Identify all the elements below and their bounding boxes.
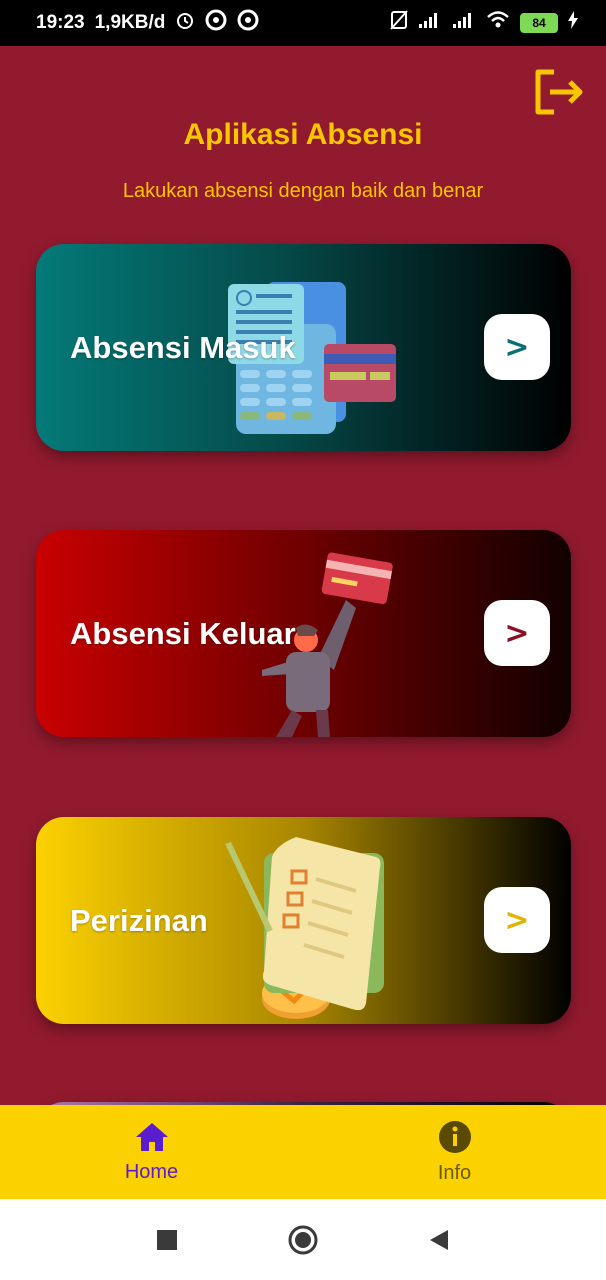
nav-home-label: Home — [124, 1160, 179, 1183]
info-icon — [438, 1120, 471, 1153]
back-button[interactable] — [421, 1222, 457, 1258]
card-go-button[interactable]: > — [484, 887, 550, 953]
card-go-button[interactable]: > — [484, 314, 550, 380]
bottom-navigation: Home Info — [0, 1105, 606, 1199]
status-bar: 19:23 1,9KB/d 84 — [0, 0, 606, 46]
home-system-button[interactable] — [285, 1222, 321, 1258]
nav-info[interactable]: Info — [303, 1105, 606, 1199]
status-time: 19:23 — [36, 12, 85, 33]
nav-info-label: Info — [437, 1161, 472, 1184]
page-title: Aplikasi Absensi — [183, 118, 423, 151]
charging-icon — [568, 11, 578, 35]
card-absensi-keluar[interactable]: Absensi Keluar > — [36, 530, 571, 737]
no-sim-icon — [390, 10, 408, 36]
signal-icon-2 — [452, 11, 476, 35]
status-network-speed: 1,9KB/d — [94, 12, 166, 33]
signal-icon — [418, 11, 442, 35]
back-triangle-icon — [430, 1229, 448, 1250]
battery-indicator: 84 — [520, 13, 558, 33]
card-perizinan[interactable]: Perizinan > — [36, 817, 571, 1024]
recents-button[interactable] — [149, 1222, 185, 1258]
chevron-right-icon: > — [504, 615, 530, 651]
checklist-document-icon — [225, 837, 384, 1019]
logout-icon — [535, 69, 583, 115]
card-absensi-masuk[interactable]: Absensi Masuk > — [36, 244, 571, 451]
wifi-icon — [486, 10, 510, 36]
nav-home[interactable]: Home — [0, 1105, 303, 1199]
system-navigation-bar — [0, 1199, 606, 1280]
logout-button[interactable] — [530, 66, 586, 118]
app-notification-icon — [205, 9, 227, 37]
card-label: Perizinan — [70, 902, 208, 938]
app-notification-icon-2 — [237, 9, 259, 37]
square-icon — [157, 1229, 177, 1250]
home-icon — [135, 1122, 168, 1151]
chevron-right-icon: > — [504, 902, 530, 938]
card-label: Absensi Masuk — [70, 329, 296, 365]
alarm-icon — [175, 10, 195, 36]
card-label: Absensi Keluar — [70, 615, 296, 651]
main-screen: Aplikasi Absensi Lakukan absensi dengan … — [0, 46, 606, 1105]
card-go-button[interactable]: > — [484, 600, 550, 666]
status-left: 19:23 1,9KB/d — [36, 9, 259, 37]
chevron-right-icon: > — [504, 329, 530, 365]
page-subtitle: Lakukan absensi dengan baik dan benar — [122, 180, 484, 202]
circle-icon — [288, 1225, 318, 1254]
status-right: 84 — [390, 10, 578, 36]
